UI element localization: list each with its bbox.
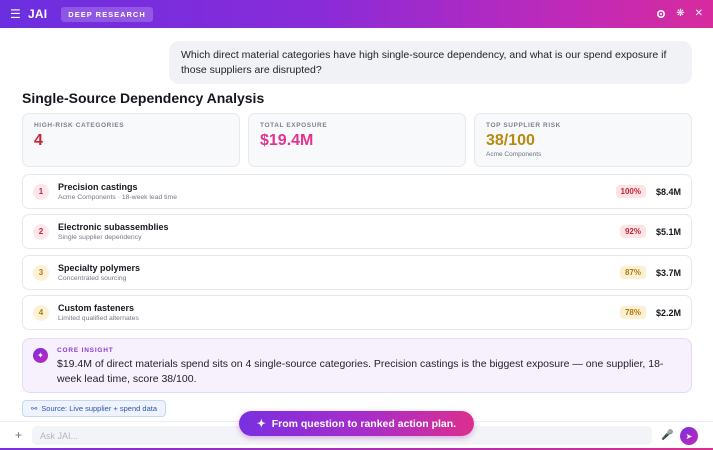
- category-title: Custom fasteners: [58, 303, 135, 313]
- dependency-badge: 92%: [619, 225, 646, 238]
- category-row[interactable]: 2 Electronic subassemblies Single suppli…: [22, 214, 692, 249]
- spend-amount: $3.7M: [655, 267, 681, 278]
- spend-amount: $2.2M: [655, 307, 681, 318]
- rank-badge: 4: [33, 304, 49, 321]
- dependency-badge: 78%: [619, 306, 646, 319]
- category-subtitle: Limited qualified alternates: [58, 315, 139, 322]
- kpi-card-total-exposure: TOTAL EXPOSURE $19.4M: [248, 113, 466, 167]
- top-actions: ❋ ✕: [656, 9, 703, 19]
- analysis-title: Single-Source Dependency Analysis: [22, 90, 265, 106]
- rank-badge: 3: [33, 264, 49, 281]
- category-subtitle: Concentrated sourcing: [58, 275, 127, 282]
- core-insight-card: ✦ CORE INSIGHT $19.4M of direct material…: [22, 338, 692, 393]
- sparkle-icon: ✦: [256, 417, 266, 430]
- kpi-value: 4: [34, 132, 43, 149]
- category-title: Electronic subassemblies: [58, 222, 169, 232]
- source-chip[interactable]: ⚯ Source: Live supplier + spend data: [22, 400, 166, 417]
- kpi-label: TOP SUPPLIER RISK: [486, 122, 561, 129]
- top-bar: ☰ JAI DEEP RESEARCH ❋ ✕: [0, 0, 713, 28]
- kpi-sub: Acme Components: [486, 151, 542, 158]
- category-row[interactable]: 3 Specialty polymers Concentrated sourci…: [22, 255, 692, 290]
- link-icon: ⚯: [31, 404, 38, 413]
- category-row[interactable]: 1 Precision castings Acme Components · 1…: [22, 174, 692, 209]
- mode-badge[interactable]: DEEP RESEARCH: [61, 6, 153, 22]
- kpi-card-high-risk: HIGH-RISK CATEGORIES 4: [22, 113, 240, 167]
- kpi-card-top-supplier-risk: TOP SUPPLIER RISK 38/100 Acme Components: [474, 113, 692, 167]
- category-row[interactable]: 4 Custom fasteners Limited qualified alt…: [22, 295, 692, 330]
- source-label: Source: Live supplier + spend data: [41, 404, 157, 413]
- microphone-icon[interactable]: 🎤: [661, 430, 673, 441]
- sparkle-icon: ✦: [33, 348, 48, 363]
- close-icon[interactable]: ✕: [695, 9, 703, 19]
- dependency-badge: 87%: [619, 266, 646, 279]
- send-button[interactable]: ➤: [680, 427, 698, 445]
- cta-banner[interactable]: ✦ From question to ranked action plan.: [239, 411, 474, 436]
- rank-badge: 2: [33, 223, 49, 240]
- plus-icon[interactable]: +: [15, 428, 22, 442]
- sun-icon[interactable]: ❋: [676, 9, 684, 19]
- category-title: Precision castings: [58, 182, 138, 192]
- kpi-label: HIGH-RISK CATEGORIES: [34, 122, 125, 129]
- kpi-label: TOTAL EXPOSURE: [260, 122, 328, 129]
- user-message: Which direct material categories have hi…: [169, 41, 692, 84]
- category-title: Specialty polymers: [58, 263, 141, 273]
- kpi-value: $19.4M: [260, 132, 314, 149]
- app-title: JAI: [28, 7, 48, 21]
- spend-amount: $8.4M: [655, 186, 681, 197]
- cta-label: From question to ranked action plan.: [271, 417, 457, 430]
- settings-icon[interactable]: [656, 9, 666, 19]
- kpi-value: 38/100: [486, 132, 535, 149]
- category-subtitle: Single supplier dependency: [58, 234, 142, 241]
- spend-amount: $5.1M: [655, 226, 681, 237]
- category-subtitle: Acme Components · 18-week lead time: [58, 194, 177, 201]
- insight-label: CORE INSIGHT: [57, 347, 114, 354]
- menu-icon[interactable]: ☰: [10, 8, 22, 20]
- insight-text: $19.4M of direct materials spend sits on…: [57, 358, 664, 385]
- rank-badge: 1: [33, 183, 49, 200]
- dependency-badge: 100%: [615, 185, 646, 198]
